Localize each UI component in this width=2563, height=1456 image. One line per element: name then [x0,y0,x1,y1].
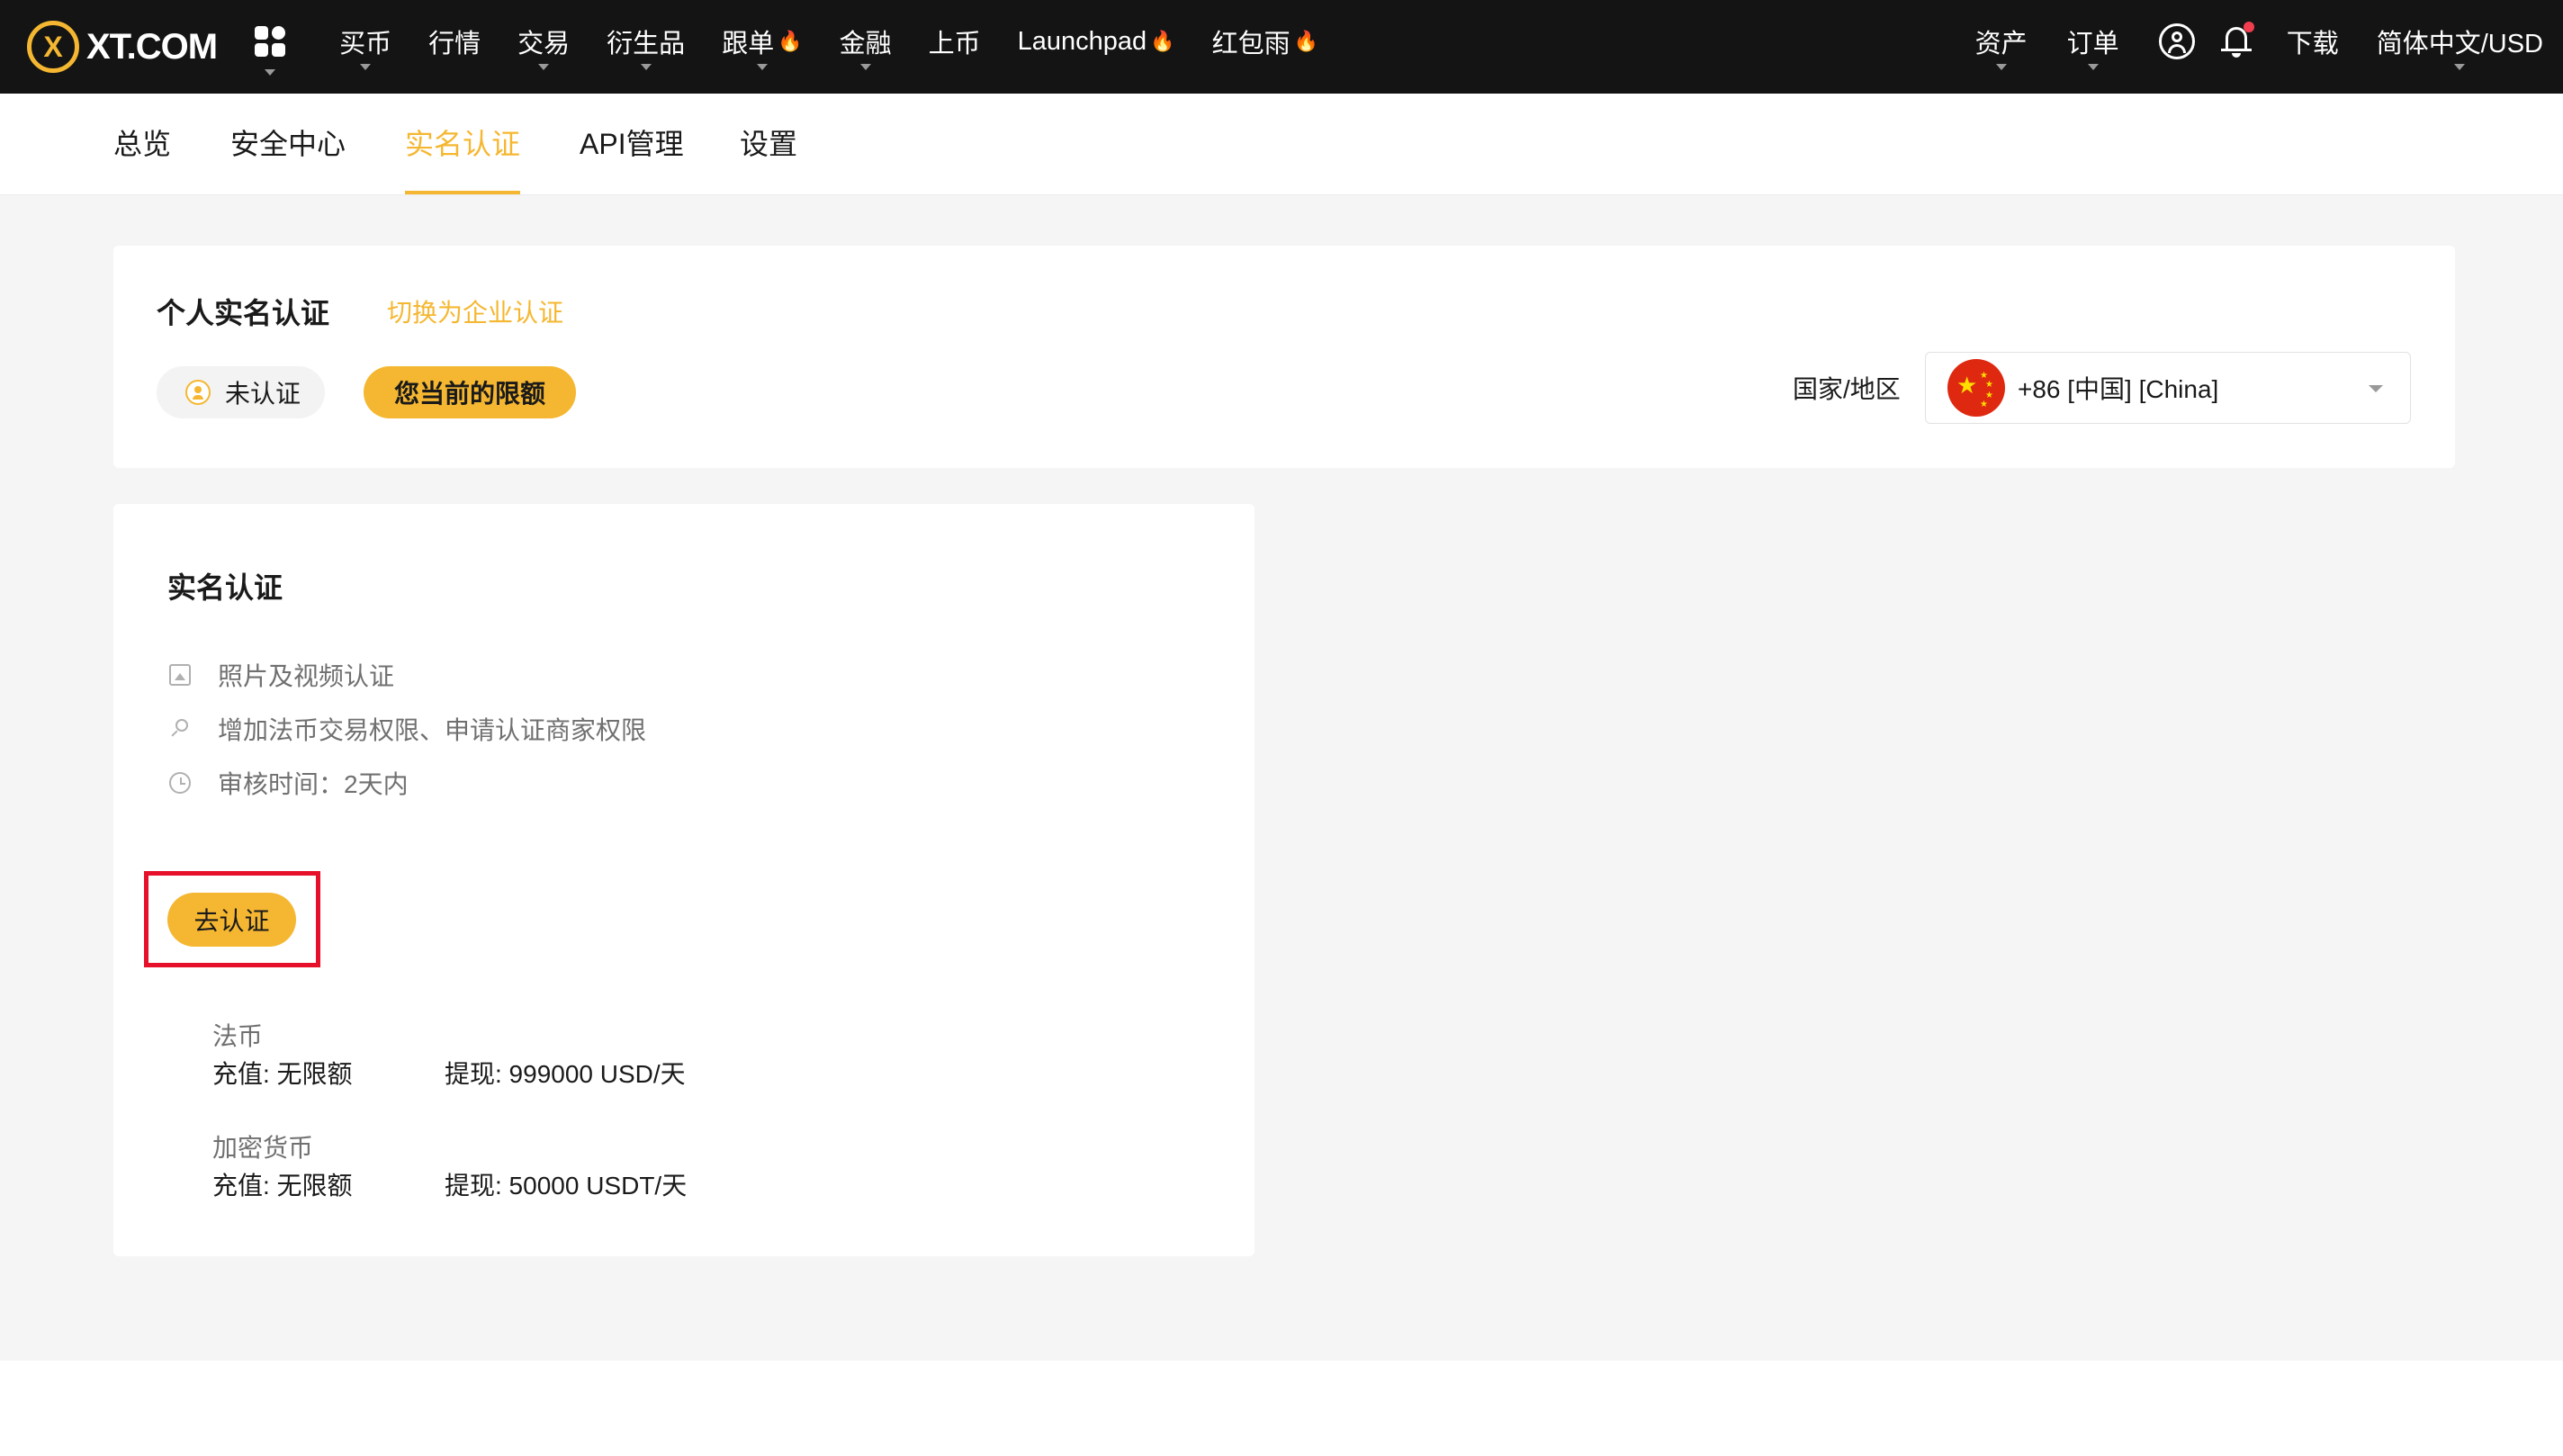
nav-copy-trading[interactable]: 跟单 🔥 [722,0,803,88]
nav-finance[interactable]: 金融 [840,0,892,88]
language-currency-selector[interactable]: 简体中文/USD [2377,0,2543,88]
nav-label: Launchpad [1017,26,1147,56]
chevron-down-icon [538,64,550,70]
nav-markets[interactable]: 行情 [428,0,481,88]
nav-launchpad[interactable]: Launchpad 🔥 [1018,0,1175,88]
chevron-down-icon [756,64,768,70]
nav-label: 简体中文/USD [2376,30,2543,58]
feature-item: 增加法币交易权限、申请认证商家权限 [169,711,646,747]
bell-icon [2220,22,2254,59]
chevron-down-icon [2369,385,2383,392]
feature-text: 增加法币交易权限、申请认证商家权限 [218,716,647,744]
tab-api-management[interactable]: API管理 [580,94,684,194]
nav-label: 交易 [517,30,571,58]
limit-category: 法币 [212,1022,264,1050]
country-label: 国家/地区 [1793,375,1901,403]
account-subnav: 总览 安全中心 实名认证 API管理 设置 [0,94,2563,195]
top-navbar-right: 资产 订单 下载 简体中文/USD [1936,0,2543,94]
fire-icon: 🔥 [778,30,803,52]
nav-assets[interactable]: 资产 [1975,0,2028,88]
clock-icon [169,772,191,794]
fire-icon: 🔥 [1150,30,1175,52]
notifications[interactable] [2220,0,2254,88]
kyc-header-card: 个人实名认证 切换为企业认证 未认证 您当前的限额 国家/地区 ★ ★ ★ ★ … [113,246,2455,468]
nav-download[interactable]: 下载 [2287,0,2339,88]
logo-mark: X [27,21,79,73]
nav-label: 资产 [1974,30,2028,58]
user-menu[interactable] [2158,0,2195,88]
china-flag-icon: ★ ★ ★ ★ ★ [1947,359,2005,417]
nav-label: 金融 [839,30,892,58]
chevron-down-icon [2454,64,2466,70]
nav-label: 下载 [2286,30,2339,58]
chevron-down-icon [1995,64,2007,70]
nav-derivatives[interactable]: 衍生品 [607,0,685,88]
nav-buy-crypto[interactable]: 买币 [339,0,391,88]
user-icon [185,380,211,405]
tab-security-center[interactable]: 安全中心 [230,94,346,194]
search-icon [169,718,191,740]
page: X XT.COM 买币 行情 交易 衍生品 跟单 🔥 金融 上币 Launchp… [0,0,2563,1456]
nav-label: 衍生品 [607,30,686,58]
image-icon [169,664,191,686]
card-title: 实名认证 [167,571,283,604]
notification-dot [2243,22,2254,32]
user-circle-icon [2158,23,2195,59]
chevron-down-icon [360,64,372,70]
page-title: 个人实名认证 [157,297,330,329]
chevron-down-icon [640,64,652,70]
footer-area [0,1361,2563,1456]
nav-orders[interactable]: 订单 [2067,0,2119,88]
nav-label: 买币 [339,30,392,58]
apps-grid-icon [255,26,286,57]
status-badge: 未认证 [157,366,325,418]
tab-settings[interactable]: 设置 [740,94,797,194]
limit-withdraw: 提现: 999000 USD/天 [445,1060,686,1088]
top-navbar: X XT.COM 买币 行情 交易 衍生品 跟单 🔥 金融 上币 Launchp… [0,0,2563,94]
limit-withdraw: 提现: 50000 USDT/天 [445,1172,688,1200]
start-verification-button[interactable]: 去认证 [167,893,296,947]
kyc-verification-card: 实名认证 照片及视频认证 增加法币交易权限、申请认证商家权限 审核时间：2天内 … [113,504,1255,1256]
nav-trade[interactable]: 交易 [517,0,570,88]
fire-icon: 🔥 [1293,30,1318,52]
chevron-down-icon [265,69,276,76]
limit-deposit: 充值: 无限额 [212,1172,353,1200]
country-value: +86 [中国] [China] [2018,375,2219,403]
tab-identity-verification[interactable]: 实名认证 [405,94,521,194]
country-select[interactable]: ★ ★ ★ ★ ★ +86 [中国] [China] [1925,352,2411,424]
status-text: 未认证 [225,380,301,408]
nav-label: 上币 [928,30,981,58]
logo-text: XT.COM [86,26,218,67]
nav-label: 订单 [2066,30,2119,58]
feature-text: 照片及视频认证 [218,662,395,690]
limit-category: 加密货币 [212,1134,314,1162]
chevron-down-icon [859,64,871,70]
nav-listing[interactable]: 上币 [929,0,981,88]
apps-menu[interactable] [217,0,286,94]
feature-item: 照片及视频认证 [169,657,394,693]
nav-red-packet[interactable]: 红包雨 🔥 [1212,0,1318,88]
tab-overview[interactable]: 总览 [113,94,171,194]
current-limit-button[interactable]: 您当前的限额 [364,366,576,418]
nav-label: 红包雨 [1211,30,1290,58]
chevron-down-icon [2087,64,2099,70]
feature-item: 审核时间：2天内 [169,765,409,801]
limit-deposit: 充值: 无限额 [212,1060,353,1088]
switch-to-enterprise-link[interactable]: 切换为企业认证 [387,293,563,329]
nav-label: 跟单 [722,30,775,58]
nav-label: 行情 [428,30,481,58]
feature-text: 审核时间：2天内 [218,770,409,798]
logo[interactable]: X XT.COM [27,0,218,94]
